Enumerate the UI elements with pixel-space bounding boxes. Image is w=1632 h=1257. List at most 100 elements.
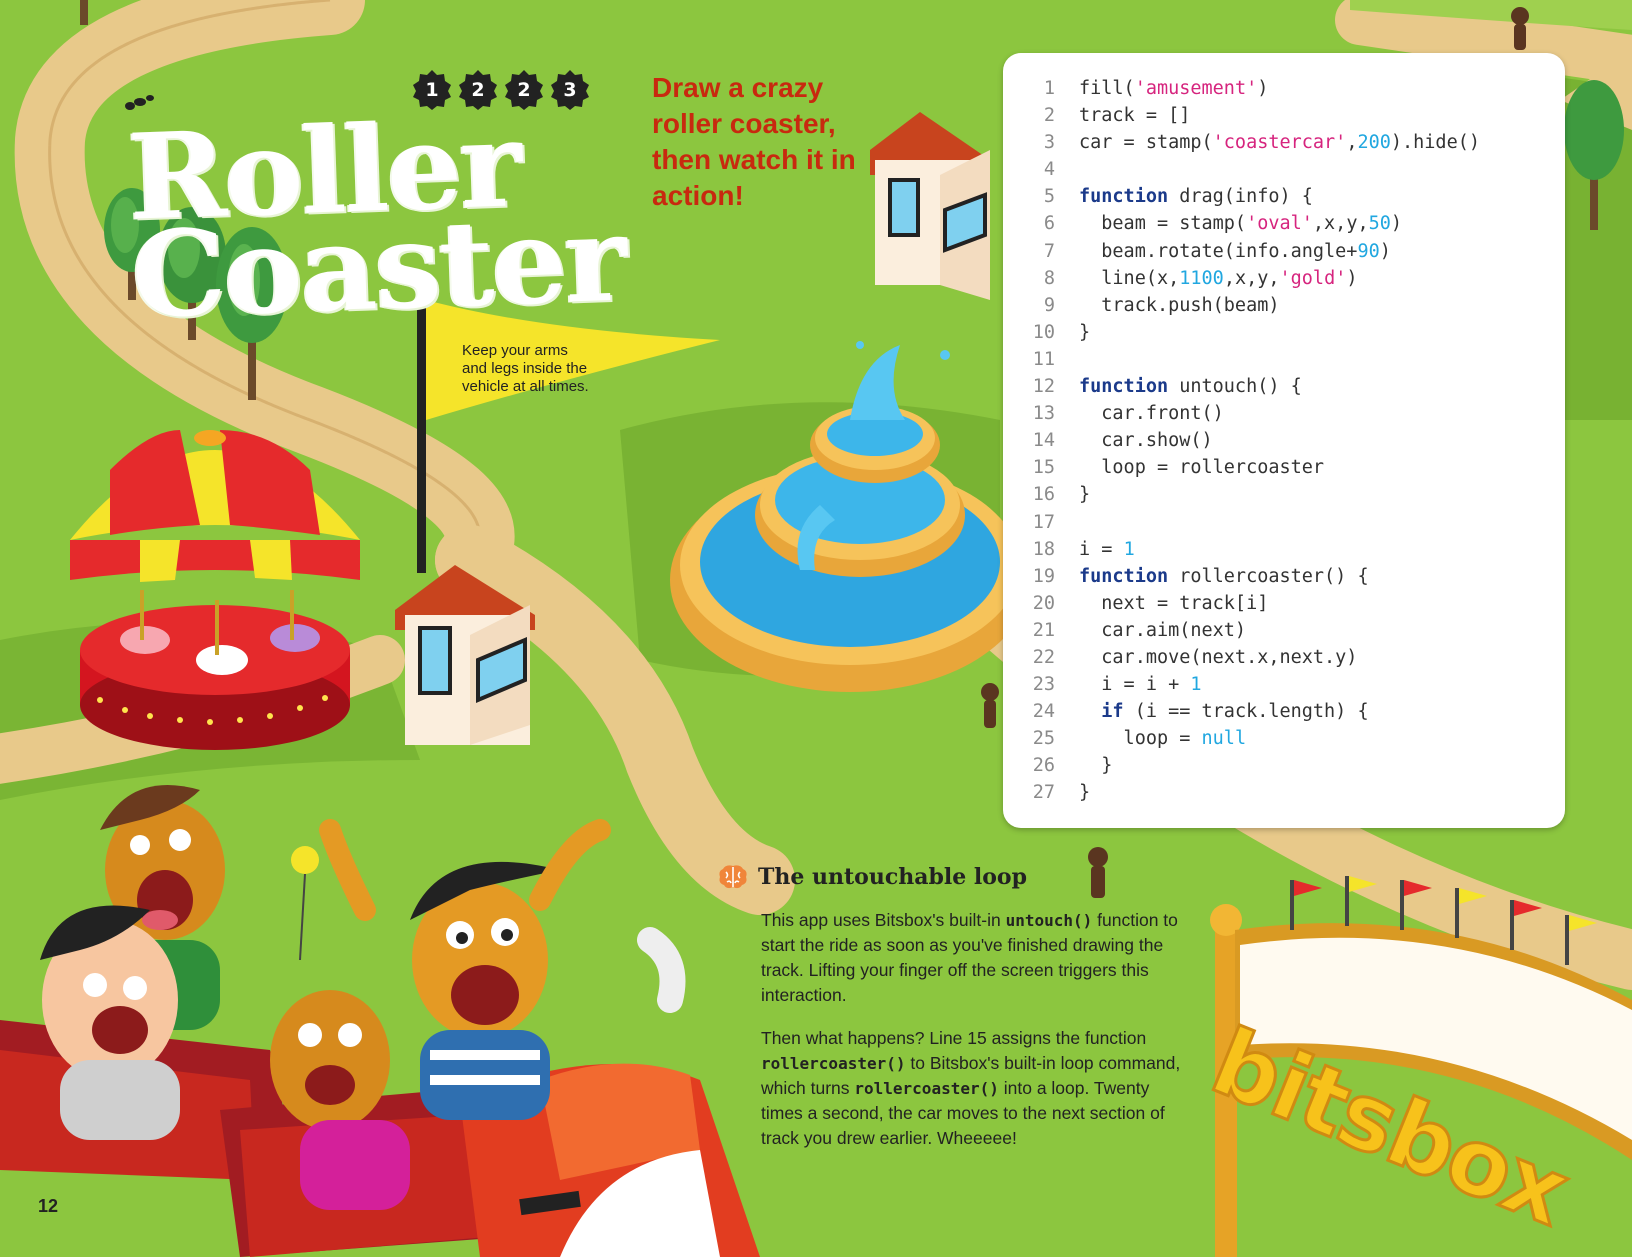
code-token: 'amusement' [1134, 78, 1258, 99]
step-badge-number: 3 [563, 79, 577, 101]
code-line: 22 car.move(next.x,next.y) [1003, 644, 1480, 671]
page-number: 12 [38, 1196, 59, 1216]
line-code: car = stamp('coastercar',200).hide() [1079, 129, 1480, 156]
code-line: 9 track.push(beam) [1003, 292, 1480, 319]
title-line-2: Coaster [129, 188, 628, 345]
line-number: 8 [1043, 267, 1055, 289]
line-code: i = 1 [1079, 536, 1135, 563]
code-line: 1 fill('amusement') [1003, 75, 1480, 102]
line-number: 5 [1043, 186, 1055, 208]
code-line: 25 loop = null [1003, 725, 1480, 752]
line-number: 27 [1032, 782, 1055, 804]
code-token: next = track[i] [1079, 592, 1269, 614]
code-token: ) [1390, 213, 1403, 235]
code-token: ) [1346, 267, 1358, 289]
line-code: function rollercoaster() { [1079, 563, 1369, 590]
code-token: car.move(next.x,next.y) [1079, 646, 1358, 668]
line-code: line(x,1100,x,y,'gold') [1079, 265, 1357, 292]
line-code: car.front() [1079, 400, 1224, 427]
line-code: car.move(next.x,next.y) [1079, 644, 1357, 671]
code-line: 3 car = stamp('coastercar',200).hide() [1003, 129, 1480, 156]
line-number: 17 [1032, 511, 1055, 533]
code-token: } [1079, 782, 1091, 804]
line-number: 14 [1032, 430, 1055, 452]
line-number: 23 [1032, 674, 1055, 696]
line-number: 2 [1043, 105, 1055, 127]
section-title: The untouchable loop [758, 864, 1027, 890]
code-line: 27} [1003, 779, 1480, 806]
code-token: 1 [1190, 674, 1202, 696]
code-listing: 1 fill('amusement') 2 track = [] 3 car = stam… [1003, 75, 1480, 807]
code-token: car.front() [1079, 403, 1224, 425]
code-token: } [1079, 484, 1091, 506]
line-number: 3 [1043, 132, 1055, 154]
inline-code: untouch() [1005, 911, 1093, 930]
code-line: 16} [1003, 481, 1480, 508]
code-token: ) [1379, 240, 1391, 262]
line-code: i = i + 1 [1079, 671, 1202, 698]
brain-icon [719, 865, 747, 889]
line-code: loop = rollercoaster [1079, 454, 1324, 481]
line-number: 20 [1032, 592, 1055, 614]
code-token: ,x,y, [1223, 267, 1280, 289]
code-token: fill( [1079, 78, 1135, 99]
page-subtitle: Draw a crazy roller coaster, then watch … [652, 72, 856, 211]
line-code: } [1079, 319, 1090, 346]
code-token: 50 [1368, 213, 1391, 235]
code-token: drag(info) { [1168, 186, 1313, 208]
code-token: rollercoaster() { [1168, 565, 1369, 587]
code-line: 18 i = 1 [1003, 536, 1480, 563]
code-line: 4 [1003, 156, 1480, 183]
code-token: car.aim(next) [1079, 619, 1247, 641]
line-number: 1 [1043, 78, 1055, 99]
section-heading: The untouchable loop [718, 864, 1027, 890]
code-line: 19 function rollercoaster() { [1003, 563, 1480, 590]
line-code: beam.rotate(info.angle+90) [1079, 238, 1391, 265]
line-number: 19 [1032, 565, 1055, 587]
line-number: 26 [1032, 755, 1055, 777]
code-line: 15 loop = rollercoaster [1003, 454, 1480, 481]
code-token: untouch() { [1168, 376, 1302, 398]
code-token: loop = rollercoaster [1079, 457, 1325, 479]
line-code: loop = null [1079, 725, 1247, 752]
code-line: 6 beam = stamp('oval',x,y,50) [1003, 210, 1480, 237]
code-token: function [1079, 565, 1169, 587]
code-token: function [1079, 186, 1169, 208]
code-line: 17 [1003, 509, 1480, 536]
line-code: } [1079, 481, 1090, 508]
code-line: 12 function untouch() { [1003, 373, 1480, 400]
code-token: 'oval' [1246, 213, 1313, 235]
code-token: 'coastercar' [1212, 132, 1347, 154]
code-token: loop = [1079, 728, 1202, 750]
inline-code: rollercoaster() [761, 1054, 906, 1073]
line-code: beam = stamp('oval',x,y,50) [1079, 210, 1402, 237]
page-title: Roller Coaster [126, 94, 634, 345]
inline-code: rollercoaster() [854, 1079, 999, 1098]
line-code: function drag(info) { [1079, 183, 1313, 210]
line-number: 15 [1032, 457, 1055, 479]
code-token: 200 [1357, 132, 1391, 154]
code-token: i = i + [1079, 674, 1191, 696]
paragraph-1: This app uses Bitsbox's built-in untouch… [761, 910, 1178, 1005]
code-token: function [1079, 376, 1169, 398]
line-number: 16 [1032, 484, 1055, 506]
code-line: 23 i = i + 1 [1003, 671, 1480, 698]
code-token: ).hide() [1390, 132, 1480, 154]
line-number: 24 [1032, 701, 1055, 723]
code-token: null [1201, 728, 1247, 750]
line-number: 18 [1032, 538, 1055, 560]
code-token: i = [1079, 538, 1124, 560]
code-token: 1 [1123, 538, 1135, 560]
line-number: 7 [1043, 240, 1055, 262]
line-code: track = [] [1079, 102, 1190, 129]
code-panel: 1 fill('amusement') 2 track = [] 3 car = stam… [1003, 53, 1565, 828]
code-token: } [1079, 755, 1113, 777]
line-code: function untouch() { [1079, 373, 1302, 400]
step-badge: 3 [550, 70, 590, 110]
line-code: fill('amusement') [1079, 75, 1268, 102]
code-token: car = stamp( [1079, 132, 1213, 154]
line-number: 25 [1032, 728, 1055, 750]
code-line: 24 if (i == track.length) { [1003, 698, 1480, 725]
code-line: 11 [1003, 346, 1480, 373]
